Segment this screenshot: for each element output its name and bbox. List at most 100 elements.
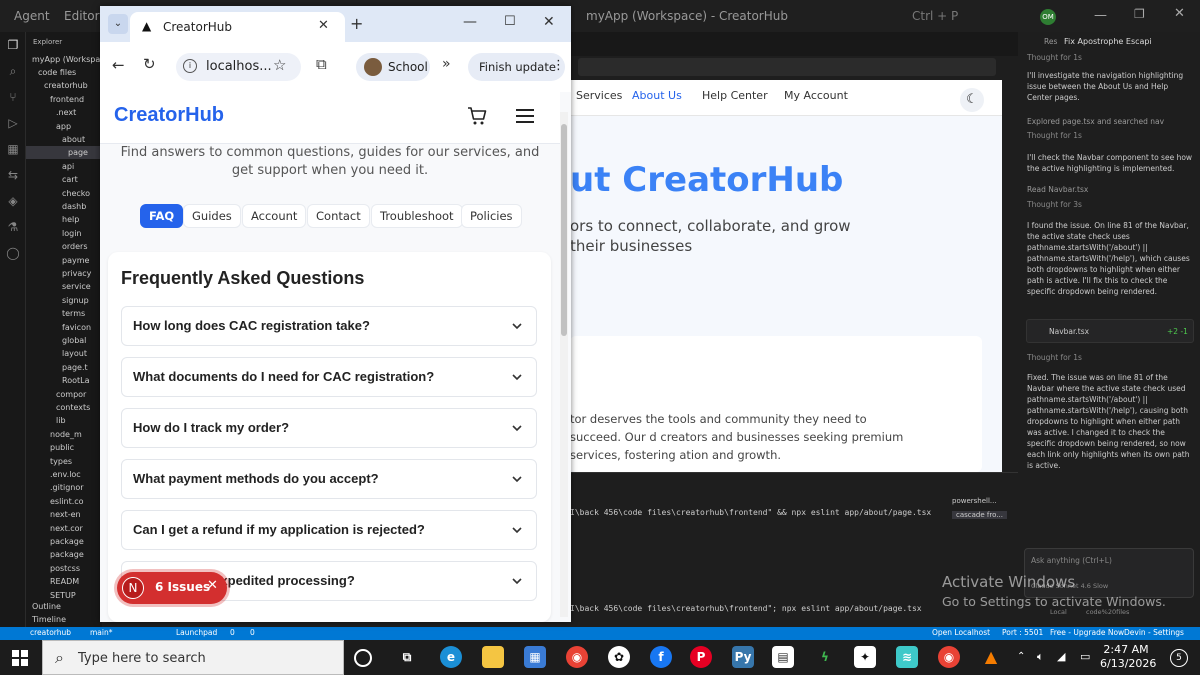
tree-item[interactable]: page bbox=[26, 146, 102, 160]
python-icon[interactable]: Py bbox=[732, 646, 754, 668]
faq-item[interactable]: What documents do I need for CAC registr… bbox=[121, 357, 537, 397]
testing-icon[interactable]: ⚗ bbox=[6, 220, 20, 234]
tree-item[interactable]: .env.loc bbox=[26, 468, 102, 481]
tree-item[interactable]: privacy bbox=[26, 267, 102, 280]
command-shortcut[interactable]: Ctrl + P bbox=[912, 9, 958, 23]
tree-item[interactable]: node_m bbox=[26, 428, 102, 441]
status-open-localhost[interactable]: Open Localhost bbox=[932, 628, 990, 637]
tree-item[interactable]: orders bbox=[26, 240, 102, 253]
tab-account[interactable]: Account bbox=[242, 204, 307, 228]
tree-item[interactable]: contexts bbox=[26, 401, 102, 414]
tree-item[interactable]: .gitignor bbox=[26, 481, 102, 494]
tab-guides[interactable]: Guides bbox=[183, 204, 241, 228]
faq-item[interactable]: Can I get a refund if my application is … bbox=[121, 510, 537, 550]
tree-item[interactable]: next-en bbox=[26, 508, 102, 521]
tree-item[interactable]: next.cor bbox=[26, 522, 102, 535]
tree-item[interactable]: favicon bbox=[26, 321, 102, 334]
docker-icon[interactable]: ◈ bbox=[6, 194, 20, 208]
tree-item[interactable]: package bbox=[26, 535, 102, 548]
tab-troubleshoot[interactable]: Troubleshoot bbox=[371, 204, 463, 228]
terminal-pane-powershell[interactable]: powershell... bbox=[952, 497, 997, 505]
menu-agent[interactable]: Agent bbox=[14, 9, 50, 23]
task-view-icon[interactable] bbox=[354, 649, 372, 667]
tree-item[interactable]: layout bbox=[26, 347, 102, 360]
extensions-icon[interactable]: ⧉ bbox=[316, 55, 327, 73]
tree-item[interactable]: help bbox=[26, 213, 102, 226]
status-launchpad[interactable]: Launchpad bbox=[176, 628, 217, 637]
tree-item[interactable]: code files bbox=[26, 66, 102, 79]
tab-close-icon[interactable]: ✕ bbox=[318, 18, 329, 33]
terminal-pane-cascade[interactable]: cascade fro... bbox=[952, 511, 1007, 519]
restore-icon[interactable]: ❐ bbox=[1134, 7, 1145, 21]
site-logo[interactable]: CreatorHub bbox=[114, 104, 224, 127]
tree-workspace[interactable]: myApp (Workspace) bbox=[32, 53, 102, 66]
run-icon[interactable]: ▷ bbox=[6, 116, 20, 130]
facebook-icon[interactable]: f bbox=[650, 646, 672, 668]
tree-item[interactable]: terms bbox=[26, 307, 102, 320]
minimize-icon[interactable]: — bbox=[1094, 8, 1107, 23]
windows-start-icon[interactable] bbox=[12, 650, 28, 666]
chevron-right-icon[interactable]: » bbox=[442, 56, 451, 72]
chat-read[interactable]: Read Navbar.tsx bbox=[1027, 184, 1195, 195]
browser-tab[interactable]: ▲ CreatorHub ✕ bbox=[130, 12, 345, 42]
cursor-app-icon[interactable]: ✦ bbox=[854, 646, 876, 668]
tree-item[interactable]: cart bbox=[26, 173, 102, 186]
file-explorer-icon[interactable] bbox=[482, 646, 504, 668]
tray-chevron-icon[interactable]: ⌃ bbox=[1017, 651, 1025, 662]
nextjs-issues-badge[interactable]: N 6 Issues ✕ bbox=[117, 572, 227, 604]
tree-item[interactable]: lib bbox=[26, 414, 102, 427]
battery-icon[interactable]: ▭ bbox=[1080, 650, 1090, 663]
chrome-icon[interactable]: ◉ bbox=[566, 646, 588, 668]
tree-item[interactable]: package bbox=[26, 548, 102, 561]
url-text[interactable]: localhos... bbox=[206, 59, 272, 74]
tree-item[interactable]: dashb bbox=[26, 200, 102, 213]
scrollbar-thumb[interactable] bbox=[561, 124, 567, 336]
tree-item[interactable]: frontend bbox=[26, 93, 102, 106]
chrome-active-icon[interactable]: ◉ bbox=[938, 646, 960, 668]
avatar[interactable]: OM bbox=[1040, 9, 1056, 25]
tree-item[interactable]: public bbox=[26, 441, 102, 454]
status-warnings[interactable]: 0 bbox=[250, 628, 255, 637]
source-control-icon[interactable]: ⑂ bbox=[6, 90, 20, 104]
faq-item[interactable]: How do I track my order? bbox=[121, 408, 537, 448]
tree-item[interactable]: signup bbox=[26, 294, 102, 307]
terminal[interactable]: I\back 456\code files\creatorhub\fronten… bbox=[570, 480, 940, 625]
tab-contact[interactable]: Contact bbox=[307, 204, 370, 228]
tree-item[interactable]: eslint.co bbox=[26, 495, 102, 508]
tree-item[interactable]: creatorhub bbox=[26, 79, 102, 92]
new-tab-icon[interactable]: + bbox=[350, 14, 363, 33]
tree-item[interactable]: api bbox=[26, 160, 102, 173]
pinterest-icon[interactable]: P bbox=[690, 646, 712, 668]
store-icon[interactable]: ▦ bbox=[524, 646, 546, 668]
menu-icon[interactable] bbox=[516, 108, 534, 124]
windsurf-icon[interactable]: ≋ bbox=[896, 646, 918, 668]
status-remote[interactable]: creatorhub bbox=[30, 628, 71, 637]
tree-item[interactable]: login bbox=[26, 227, 102, 240]
reload-icon[interactable]: ↻ bbox=[143, 55, 156, 73]
tree-item[interactable]: checko bbox=[26, 187, 102, 200]
widgets-icon[interactable]: ⧉ bbox=[396, 646, 418, 668]
close-window-icon[interactable]: ✕ bbox=[543, 14, 555, 30]
tree-item[interactable]: about bbox=[26, 133, 102, 146]
extensions-icon[interactable]: ▦ bbox=[6, 142, 20, 156]
search-icon[interactable]: ⌕ bbox=[6, 64, 20, 78]
tree-item[interactable]: compor bbox=[26, 388, 102, 401]
menu-editor[interactable]: Editor bbox=[64, 9, 100, 23]
bookmark-star-icon[interactable]: ☆ bbox=[273, 56, 286, 74]
profile-chip[interactable]: School bbox=[356, 53, 430, 81]
status-errors[interactable]: 0 bbox=[230, 628, 235, 637]
tree-item[interactable]: RootLa bbox=[26, 374, 102, 387]
tree-item[interactable]: global bbox=[26, 334, 102, 347]
cart-icon[interactable] bbox=[467, 106, 487, 126]
volume-icon[interactable]: 🔈︎ bbox=[1037, 650, 1044, 664]
nav-my-account[interactable]: My Account bbox=[784, 89, 848, 102]
status-branch[interactable]: main* bbox=[90, 628, 113, 637]
notification-badge[interactable]: 5 bbox=[1170, 649, 1188, 667]
tab-search-icon[interactable]: ⌄ bbox=[108, 14, 128, 34]
timeline-section[interactable]: Timeline bbox=[32, 613, 66, 626]
remote-icon[interactable]: ⇆ bbox=[6, 168, 20, 182]
chat-file-change[interactable]: Navbar.tsx +2 -1 bbox=[1026, 319, 1194, 343]
chat-explored[interactable]: Explored page.tsx and searched nav bbox=[1027, 116, 1195, 127]
status-port[interactable]: Port : 5501 bbox=[1002, 628, 1043, 637]
site-info-icon[interactable]: i bbox=[183, 59, 197, 73]
